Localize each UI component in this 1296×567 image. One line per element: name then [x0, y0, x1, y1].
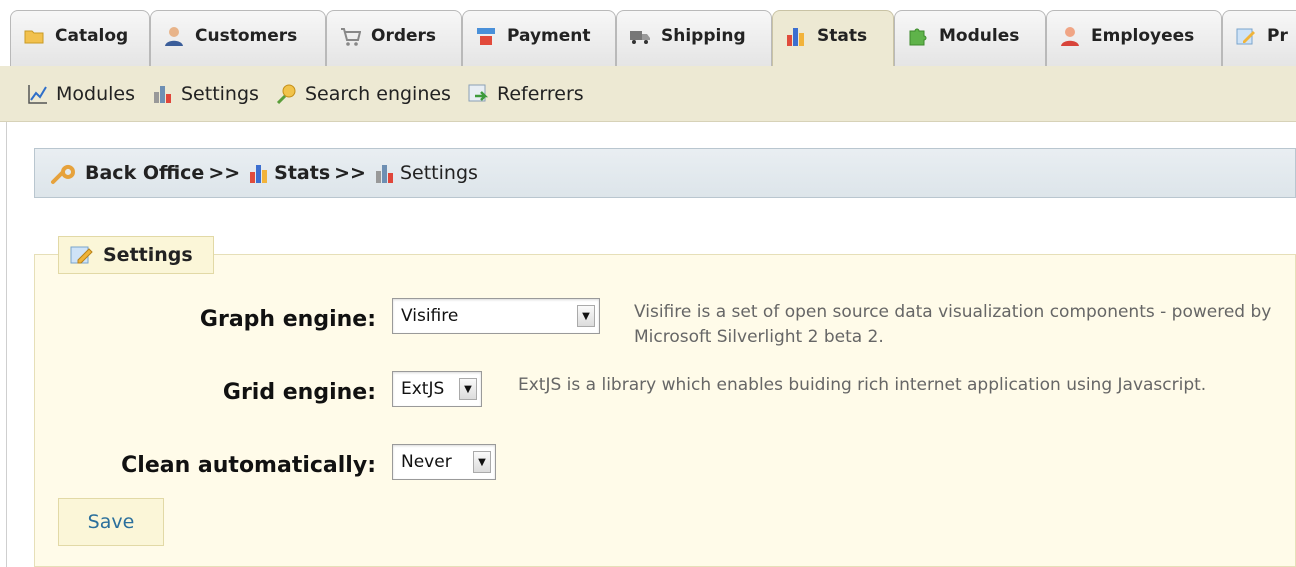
- tab-shipping[interactable]: Shipping: [616, 10, 772, 68]
- graph-engine-label: Graph engine:: [199, 307, 376, 332]
- chevron-down-icon: ▼: [473, 451, 491, 473]
- save-button[interactable]: Save: [58, 498, 164, 546]
- tab-preferences[interactable]: Pr: [1222, 10, 1296, 68]
- breadcrumb-separator: >>: [334, 162, 366, 184]
- employee-icon: [1061, 26, 1079, 46]
- graph-engine-hint: Visifire is a set of open source data vi…: [634, 302, 1272, 347]
- tab-label: Orders: [371, 25, 437, 46]
- tab-employees[interactable]: Employees: [1046, 10, 1222, 68]
- graph-engine-select[interactable]: Visifire ▼: [392, 298, 600, 334]
- payment-icon: [477, 27, 495, 45]
- wrench-icon: [51, 164, 75, 184]
- subnav-item-settings[interactable]: Settings: [151, 82, 259, 106]
- grid-engine-value: ExtJS: [401, 379, 445, 399]
- breadcrumb: Back Office >> Stats >> Settings: [34, 148, 1296, 198]
- breadcrumb-root[interactable]: Back Office: [85, 162, 204, 184]
- puzzle-icon: [909, 28, 927, 45]
- breadcrumb-current: Settings: [399, 162, 478, 184]
- settings-legend-label: Settings: [103, 244, 193, 266]
- search-engines-icon: [276, 84, 296, 104]
- grid-engine-label: Grid engine:: [222, 380, 376, 405]
- sub-navigation: Modules Settings Search engines Referrer…: [0, 66, 1296, 122]
- clean-automatically-select[interactable]: Never ▼: [392, 444, 496, 480]
- tab-stats[interactable]: Stats: [772, 10, 894, 68]
- subnav-label: Referrers: [496, 82, 584, 105]
- tab-label: Catalog: [55, 25, 129, 46]
- tab-label: Modules: [939, 25, 1020, 46]
- main-tab-bar: Catalog Customers Orders Payment Shippin…: [0, 0, 1296, 68]
- tab-payment[interactable]: Payment: [462, 10, 616, 68]
- graph-engine-value: Visifire: [401, 306, 459, 326]
- line-chart-icon: [28, 84, 47, 104]
- bar-chart-icon: [787, 27, 804, 46]
- tab-orders[interactable]: Orders: [326, 10, 462, 68]
- subnav-item-referrers[interactable]: Referrers: [467, 82, 584, 106]
- clean-automatically-label: Clean automatically:: [121, 453, 376, 478]
- stats-settings-icon: [375, 165, 393, 183]
- settings-legend: Settings: [58, 236, 214, 274]
- subnav-item-search-engines[interactable]: Search engines: [275, 82, 451, 106]
- subnav-label: Search engines: [304, 82, 451, 105]
- tab-catalog[interactable]: Catalog: [10, 10, 150, 68]
- cart-icon: [341, 27, 361, 46]
- chevron-down-icon: ▼: [459, 378, 477, 400]
- grid-engine-hint: ExtJS is a library which enables buiding…: [518, 375, 1207, 395]
- tab-label: Stats: [817, 25, 868, 46]
- edit-note-icon: [70, 246, 93, 264]
- grid-engine-select[interactable]: ExtJS ▼: [392, 371, 482, 407]
- chevron-down-icon: ▼: [577, 305, 595, 327]
- subnav-item-modules[interactable]: Modules: [26, 82, 135, 106]
- subnav-label: Settings: [181, 82, 259, 105]
- breadcrumb-separator: >>: [208, 162, 241, 184]
- tab-label: Customers: [195, 25, 298, 46]
- subnav-label: Modules: [56, 82, 135, 105]
- referrers-icon: [468, 84, 488, 101]
- tab-customers[interactable]: Customers: [150, 10, 326, 68]
- clean-automatically-value: Never: [401, 452, 452, 472]
- tab-label: Employees: [1091, 25, 1195, 46]
- edit-note-icon: [1236, 28, 1255, 44]
- content-left-border: [6, 122, 7, 567]
- tab-label: Pr: [1267, 25, 1288, 46]
- tab-label: Payment: [507, 25, 591, 46]
- folder-icon: [24, 30, 44, 43]
- customer-icon: [165, 26, 183, 46]
- tab-label: Shipping: [661, 25, 746, 46]
- breadcrumb-section[interactable]: Stats: [274, 162, 330, 184]
- tab-modules[interactable]: Modules: [894, 10, 1046, 68]
- stats-settings-icon: [154, 85, 171, 103]
- truck-icon: [630, 30, 650, 44]
- bar-chart-icon: [250, 165, 268, 183]
